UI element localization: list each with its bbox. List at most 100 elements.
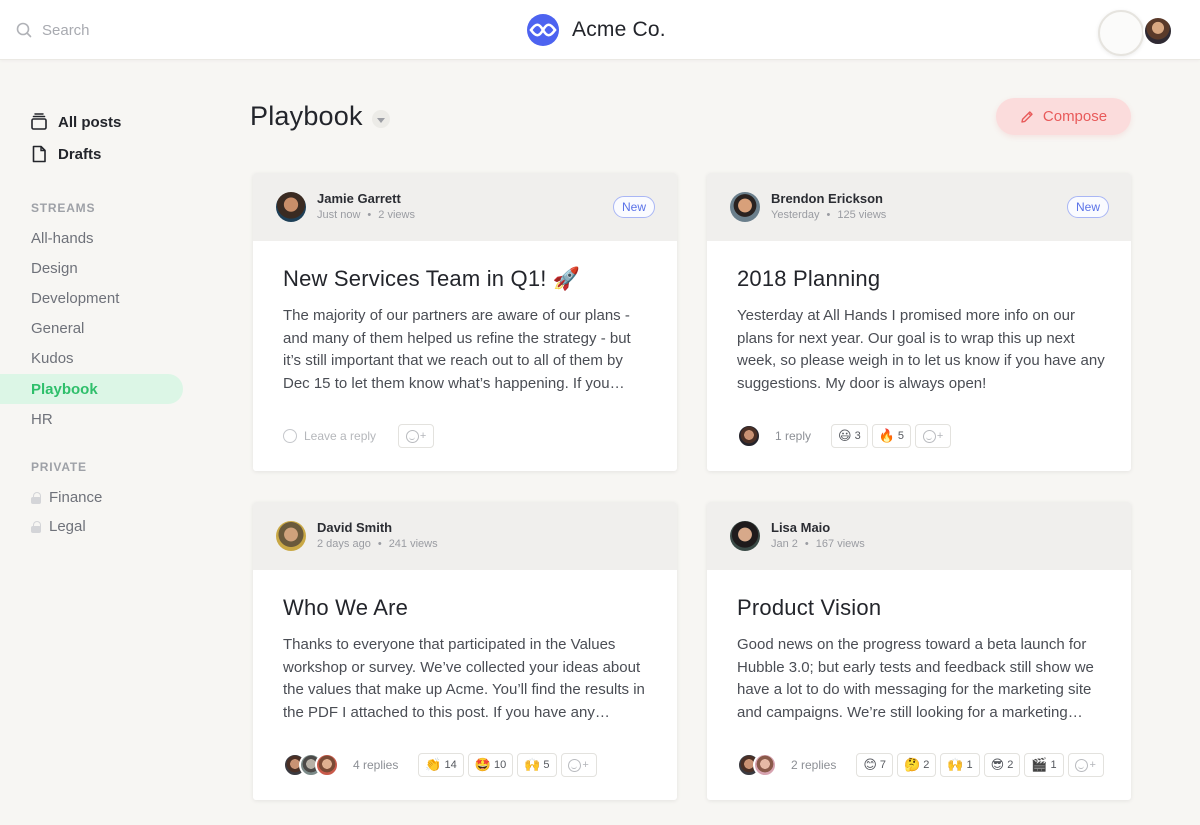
add-reaction-button[interactable]: + bbox=[398, 424, 435, 448]
post-header: David Smith 2 days ago • 241 views bbox=[253, 502, 677, 570]
reply-avatars bbox=[283, 753, 339, 777]
compose-label: Compose bbox=[1042, 108, 1108, 125]
reaction-chip[interactable]: 🙌 5 bbox=[517, 753, 557, 777]
notification-button[interactable] bbox=[1098, 10, 1144, 56]
replies-count[interactable]: 2 replies bbox=[791, 758, 836, 772]
sidebar-item-legal[interactable]: Legal bbox=[0, 512, 215, 541]
post-excerpt: Yesterday at All Hands I promised more i… bbox=[737, 307, 1105, 392]
speech-bubble-icon bbox=[283, 429, 297, 443]
post-header: Jamie Garrett Just now • 2 views New bbox=[253, 173, 677, 241]
stream-menu-caret-icon[interactable] bbox=[372, 110, 390, 128]
author-avatar[interactable] bbox=[730, 192, 760, 222]
post-meta: 2 days ago • 241 views bbox=[317, 538, 438, 550]
brand-logo-icon bbox=[527, 14, 559, 46]
reaction-emoji: 🎬 bbox=[1031, 757, 1048, 773]
post-footer: Leave a reply + bbox=[283, 424, 663, 448]
sidebar-item-label: Drafts bbox=[58, 145, 102, 163]
sidebar-item-all-hands[interactable]: All-hands bbox=[0, 223, 215, 253]
add-reaction-button[interactable]: + bbox=[915, 424, 952, 448]
reply-avatars bbox=[737, 753, 777, 777]
reaction-emoji: 🙌 bbox=[524, 757, 541, 773]
post-footer: 2 replies 😊 7 🤔 2 🙌 1 😎 2 🎬 1 + bbox=[737, 753, 1131, 777]
reaction-chip[interactable]: 😎 2 bbox=[983, 753, 1021, 777]
replies-count[interactable]: 4 replies bbox=[353, 758, 398, 772]
post-card[interactable]: Brendon Erickson Yesterday • 125 views New… bbox=[707, 173, 1131, 471]
author-avatar[interactable] bbox=[276, 521, 306, 551]
post-card[interactable]: Jamie Garrett Just now • 2 views New New S… bbox=[253, 173, 677, 471]
sidebar-item-design[interactable]: Design bbox=[0, 253, 215, 283]
avatar bbox=[737, 424, 761, 448]
reaction-chip[interactable]: 😃 3 bbox=[831, 424, 868, 448]
brand[interactable]: Acme Co. bbox=[527, 14, 666, 46]
smiley-icon bbox=[568, 758, 582, 772]
reaction-emoji: 🔥 bbox=[878, 428, 895, 444]
reaction-count: 10 bbox=[493, 759, 507, 771]
reaction-count: 5 bbox=[543, 759, 550, 771]
post-title[interactable]: 2018 Planning bbox=[737, 266, 880, 292]
author-name[interactable]: David Smith bbox=[317, 520, 392, 535]
reaction-emoji: 🤩 bbox=[474, 757, 491, 773]
reaction-count: 2 bbox=[923, 759, 930, 771]
sidebar: All posts Drafts STREAMS All-hands Desig… bbox=[0, 60, 215, 825]
post-card[interactable]: David Smith 2 days ago • 241 views Who We … bbox=[253, 502, 677, 800]
avatar bbox=[315, 753, 339, 777]
post-title[interactable]: Who We Are bbox=[283, 595, 408, 621]
smiley-icon bbox=[922, 429, 936, 443]
sidebar-item-finance[interactable]: Finance bbox=[0, 483, 215, 512]
author-name[interactable]: Lisa Maio bbox=[771, 520, 830, 535]
reaction-chip[interactable]: 😊 7 bbox=[856, 753, 894, 777]
reaction-chip[interactable]: 🤔 2 bbox=[897, 753, 937, 777]
reaction-chip[interactable]: 👏 14 bbox=[418, 753, 464, 777]
reaction-chip[interactable]: 🙌 1 bbox=[940, 753, 980, 777]
post-views: 2 views bbox=[378, 209, 415, 221]
streams-section-label: STREAMS bbox=[31, 201, 96, 215]
post-footer: 1 reply 😃 3 🔥 5 + bbox=[737, 424, 1117, 448]
page-title: Playbook bbox=[250, 101, 363, 131]
reaction-count: 7 bbox=[879, 759, 887, 771]
smiley-icon bbox=[1075, 758, 1089, 772]
reaction-emoji: 👏 bbox=[425, 757, 442, 773]
reaction-count: 3 bbox=[854, 430, 861, 442]
sidebar-item-label: Legal bbox=[49, 518, 86, 535]
post-time: Jan 2 bbox=[771, 538, 798, 550]
compose-button[interactable]: Compose bbox=[996, 98, 1131, 135]
post-title[interactable]: Product Vision bbox=[737, 595, 881, 621]
sidebar-item-kudos[interactable]: Kudos bbox=[0, 344, 215, 374]
sidebar-item-playbook[interactable]: Playbook bbox=[0, 373, 183, 405]
user-area bbox=[1098, 10, 1178, 56]
sidebar-item-hr[interactable]: HR bbox=[0, 404, 215, 434]
post-title[interactable]: New Services Team in Q1! 🚀 bbox=[283, 266, 581, 292]
reaction-chip[interactable]: 🤩 10 bbox=[467, 753, 514, 777]
author-name[interactable]: Brendon Erickson bbox=[771, 191, 883, 206]
sidebar-item-all-posts[interactable]: All posts bbox=[30, 106, 121, 138]
sidebar-item-drafts[interactable]: Drafts bbox=[30, 138, 121, 170]
sidebar-main-nav: All posts Drafts bbox=[30, 106, 121, 170]
current-user-avatar[interactable] bbox=[1143, 16, 1173, 46]
reaction-count: 5 bbox=[897, 430, 905, 442]
search-box[interactable]: Search bbox=[16, 19, 90, 41]
author-avatar[interactable] bbox=[276, 192, 306, 222]
reaction-emoji: 😃 bbox=[838, 428, 852, 444]
post-card[interactable]: Lisa Maio Jan 2 • 167 views Product Vision… bbox=[707, 502, 1131, 800]
reaction-chip[interactable]: 🎬 1 bbox=[1024, 753, 1064, 777]
post-views: 241 views bbox=[388, 538, 438, 550]
leave-reply-link[interactable]: Leave a reply bbox=[304, 429, 376, 443]
author-avatar[interactable] bbox=[730, 521, 760, 551]
sidebar-item-development[interactable]: Development bbox=[0, 283, 215, 313]
search-placeholder[interactable]: Search bbox=[42, 22, 90, 39]
reaction-emoji: 😊 bbox=[863, 757, 877, 773]
replies-count[interactable]: 1 reply bbox=[775, 429, 811, 443]
new-badge: New bbox=[1066, 196, 1109, 218]
reaction-count: 2 bbox=[1007, 759, 1014, 771]
post-views: 125 views bbox=[837, 209, 887, 221]
post-excerpt: Good news on the progress toward a beta … bbox=[737, 636, 1094, 721]
sidebar-item-general[interactable]: General bbox=[0, 314, 215, 344]
sidebar-item-label: Finance bbox=[49, 489, 103, 506]
author-name[interactable]: Jamie Garrett bbox=[317, 191, 401, 206]
post-excerpt: Thanks to everyone that participated in … bbox=[283, 636, 645, 721]
add-reaction-button[interactable]: + bbox=[1067, 753, 1104, 777]
lock-icon bbox=[31, 491, 41, 504]
search-icon bbox=[16, 22, 32, 38]
reaction-chip[interactable]: 🔥 5 bbox=[871, 424, 912, 448]
add-reaction-button[interactable]: + bbox=[560, 753, 597, 777]
